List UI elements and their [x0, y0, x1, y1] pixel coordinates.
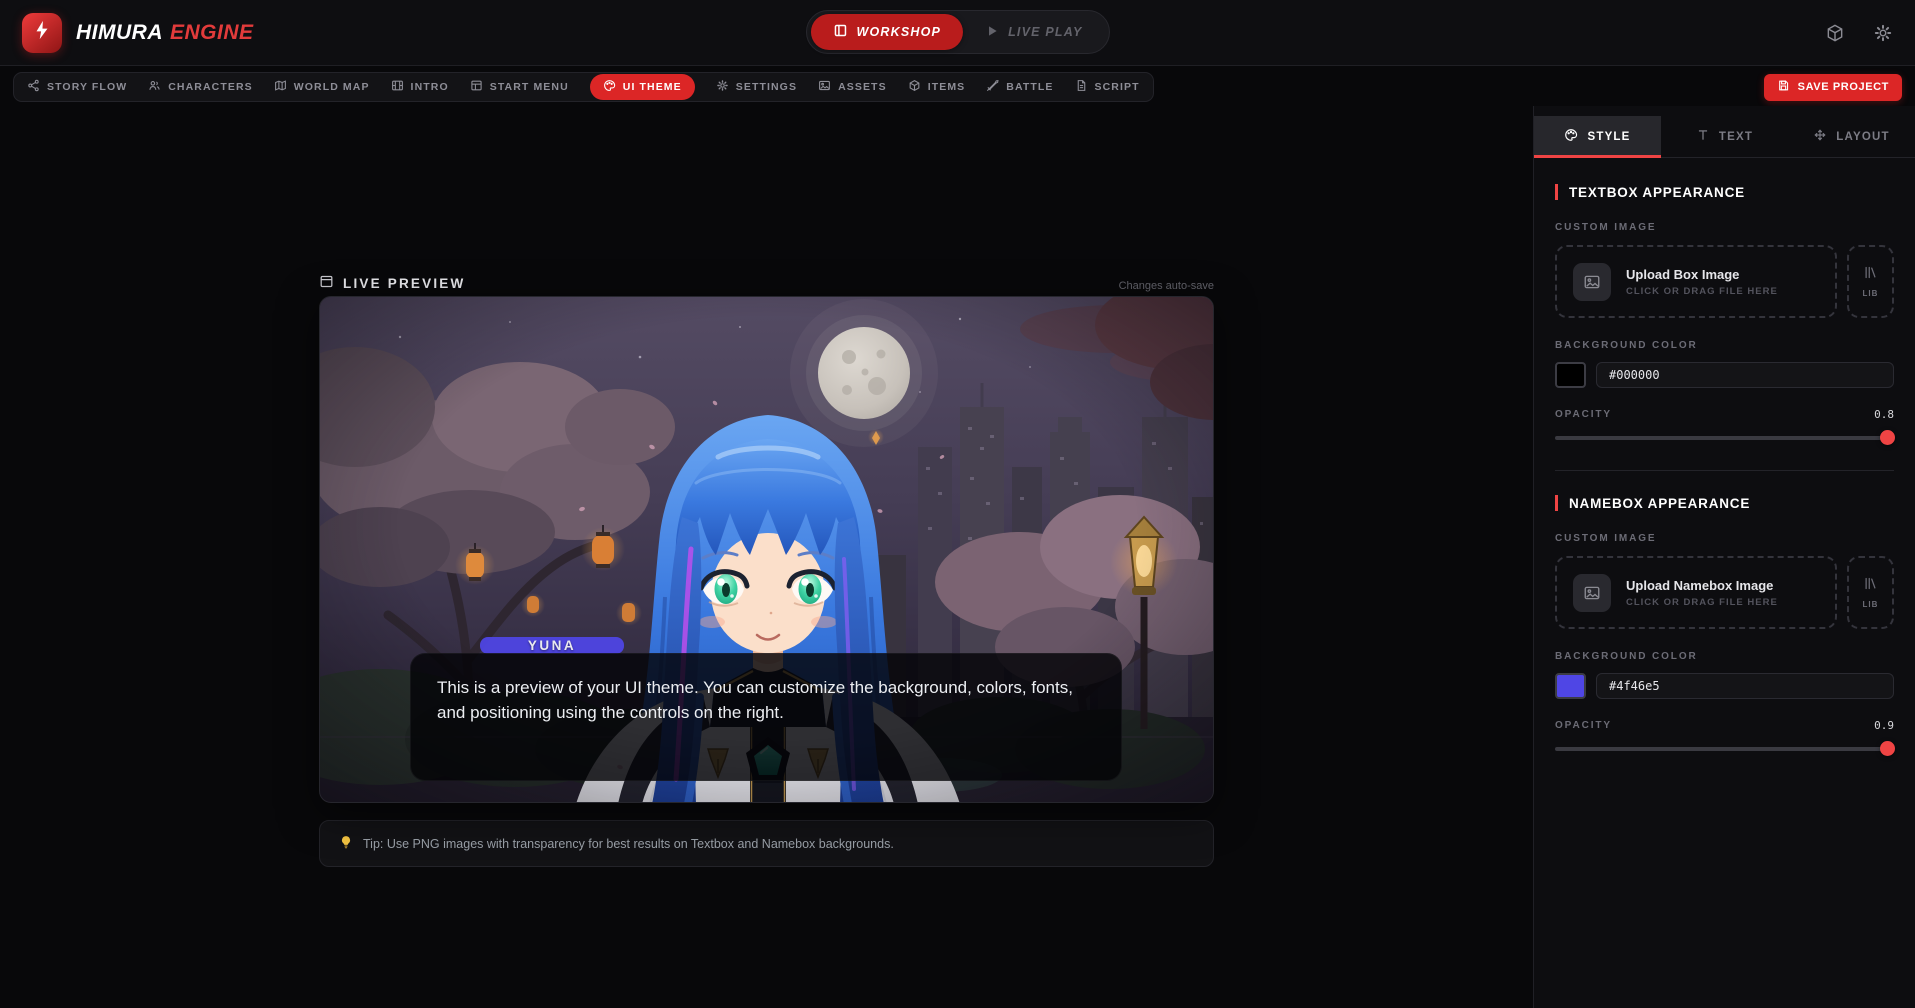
live-play-mode-button[interactable]: LIVE PLAY: [963, 14, 1104, 50]
nav-start-menu[interactable]: START MENU: [470, 79, 569, 95]
brand-title: HIMURA ENGINE: [76, 20, 254, 44]
image-icon: [818, 79, 831, 95]
preview-dialogue-text: This is a preview of your UI theme. You …: [437, 678, 1073, 722]
image-icon: [1573, 262, 1611, 301]
app-logo: [22, 12, 62, 53]
background-color-label: BACKGROUND COLOR: [1555, 651, 1698, 662]
lightning-icon: [31, 19, 53, 46]
box-icon: [908, 79, 921, 95]
mode-toggle: WORKSHOP LIVE PLAY: [805, 10, 1110, 54]
file-icon: [1075, 79, 1088, 95]
namebox-color-swatch[interactable]: [1555, 673, 1586, 699]
app-header: HIMURA ENGINE WORKSHOP LIVE PLAY: [0, 0, 1915, 66]
nav-script[interactable]: SCRIPT: [1075, 79, 1140, 95]
textbox-opacity-slider[interactable]: [1555, 430, 1896, 445]
opacity-label: OPACITY: [1555, 720, 1613, 731]
palette-icon: [603, 79, 616, 95]
nav-ui-theme[interactable]: UI THEME: [589, 74, 695, 100]
nav-items[interactable]: ITEMS: [908, 79, 966, 95]
film-icon: [391, 79, 404, 95]
nav-intro[interactable]: INTRO: [391, 79, 449, 95]
preview-icon: [319, 274, 334, 292]
nav-story-flow[interactable]: STORY FLOW: [27, 79, 127, 95]
workshop-mode-button[interactable]: WORKSHOP: [810, 14, 964, 50]
section-namebox-appearance: NAMEBOX APPEARANCE: [1555, 495, 1894, 511]
tab-text[interactable]: TEXT: [1661, 116, 1788, 157]
background-color-label: BACKGROUND COLOR: [1555, 340, 1698, 351]
autosave-note: Changes auto-save: [1118, 280, 1214, 292]
gear-icon[interactable]: [1873, 23, 1893, 43]
preview-textbox: This is a preview of your UI theme. You …: [410, 653, 1122, 781]
tip-banner: Tip: Use PNG images with transparency fo…: [319, 820, 1214, 867]
section-divider: [1555, 470, 1894, 471]
section-textbox-appearance: TEXTBOX APPEARANCE: [1555, 184, 1894, 200]
namebox-color-input[interactable]: [1596, 673, 1894, 699]
nav-assets[interactable]: ASSETS: [818, 79, 887, 95]
lightbulb-icon: [339, 835, 353, 852]
namebox-opacity-value: 0.9: [1874, 719, 1894, 732]
textbox-opacity-value: 0.8: [1874, 408, 1894, 421]
nav-characters[interactable]: CHARACTERS: [148, 79, 253, 95]
palette-icon: [1564, 128, 1578, 145]
users-icon: [148, 79, 161, 95]
textbox-color-swatch[interactable]: [1555, 362, 1586, 388]
workshop-icon: [832, 23, 847, 41]
slider-thumb[interactable]: [1880, 430, 1896, 445]
nav-settings[interactable]: SETTINGS: [716, 79, 797, 95]
image-icon: [1573, 573, 1611, 612]
textbox-color-input[interactable]: [1596, 362, 1894, 388]
nav-world-map[interactable]: WORLD MAP: [274, 79, 370, 95]
tab-style[interactable]: STYLE: [1534, 116, 1661, 158]
text-icon: [1696, 128, 1710, 145]
tab-layout[interactable]: LAYOUT: [1788, 116, 1915, 157]
gear-icon: [716, 79, 729, 95]
namebox-upload-dropzone[interactable]: Upload Namebox Image CLICK OR DRAG FILE …: [1555, 556, 1837, 629]
play-icon: [985, 24, 999, 41]
save-icon: [1777, 79, 1790, 95]
live-preview-canvas: YUNA This is a preview of your UI theme.…: [319, 296, 1214, 803]
library-icon: [1863, 576, 1878, 596]
nav-battle[interactable]: BATTLE: [986, 79, 1053, 95]
map-icon: [274, 79, 287, 95]
live-preview-title: LIVE PREVIEW: [319, 274, 465, 292]
namebox-library-button[interactable]: LIB: [1847, 556, 1894, 629]
workspace: LIVE PREVIEW Changes auto-save YUNA This…: [0, 106, 1533, 1008]
window-icon: [470, 79, 483, 95]
opacity-label: OPACITY: [1555, 409, 1613, 420]
custom-image-label: CUSTOM IMAGE: [1555, 533, 1657, 544]
custom-image-label: CUSTOM IMAGE: [1555, 222, 1657, 233]
textbox-upload-dropzone[interactable]: Upload Box Image CLICK OR DRAG FILE HERE: [1555, 245, 1837, 318]
sword-icon: [986, 79, 999, 95]
slider-thumb[interactable]: [1880, 741, 1896, 756]
preview-namebox: YUNA: [480, 637, 624, 654]
move-icon: [1813, 128, 1827, 145]
library-icon: [1863, 265, 1878, 285]
share-icon: [27, 79, 40, 95]
package-icon[interactable]: [1825, 23, 1845, 43]
save-project-button[interactable]: SAVE PROJECT: [1763, 73, 1902, 101]
textbox-library-button[interactable]: LIB: [1847, 245, 1894, 318]
namebox-opacity-slider[interactable]: [1555, 741, 1896, 756]
main-nav: STORY FLOW CHARACTERS WORLD MAP INTRO ST…: [0, 68, 1915, 106]
style-panel: STYLE TEXT LAYOUT TEXTBOX APPEARANCE CUS…: [1533, 106, 1915, 1008]
